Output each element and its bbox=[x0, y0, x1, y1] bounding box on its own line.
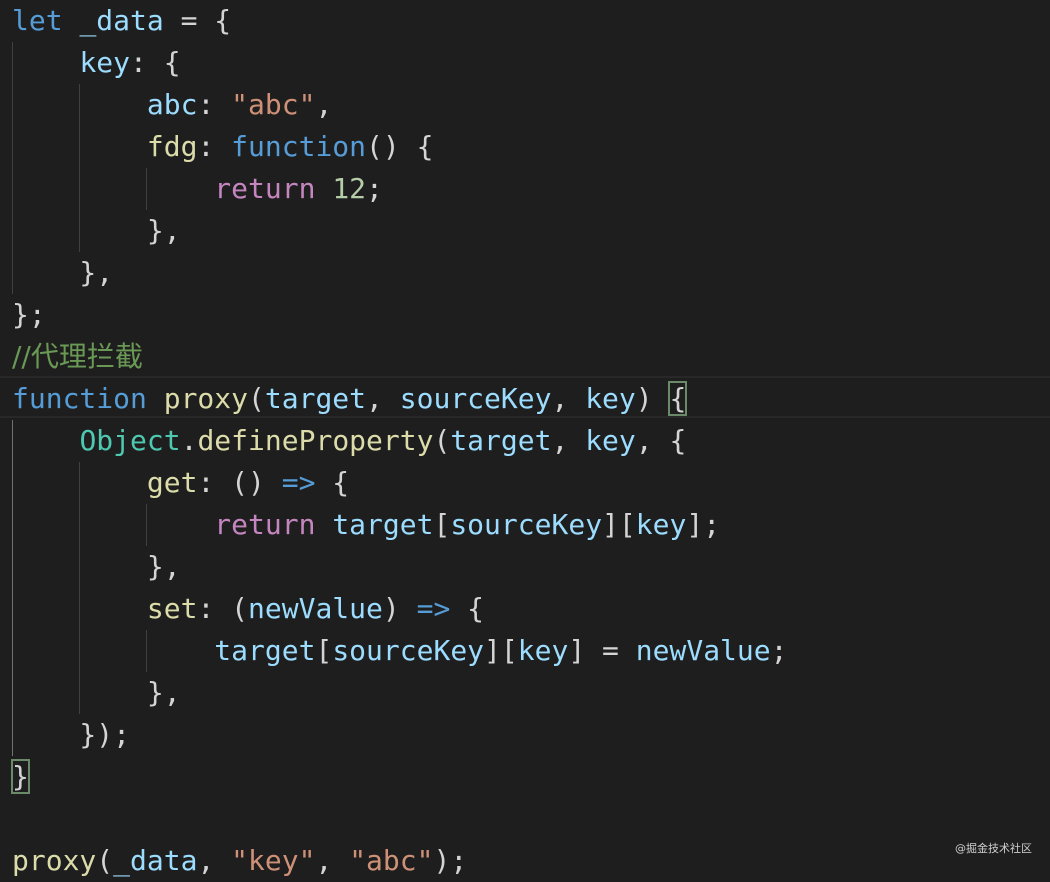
code-line-6: }, bbox=[12, 214, 181, 247]
keyword-function: function bbox=[231, 130, 367, 163]
code-editor[interactable]: let _data = { key: { abc: "abc", fdg: fu… bbox=[0, 0, 1050, 877]
code-line-1: let _data = { bbox=[12, 4, 232, 37]
watermark: @掘金技术社区 bbox=[955, 842, 1032, 855]
code-line-11: Object.defineProperty(target, key, { bbox=[79, 424, 687, 457]
keyword-let: let bbox=[12, 4, 63, 37]
param-target: target bbox=[264, 382, 367, 415]
string-key: "key" bbox=[231, 844, 316, 877]
string-abc: "abc" bbox=[349, 844, 434, 877]
code-line-8: }; bbox=[12, 298, 46, 331]
identifier-data: _data bbox=[79, 4, 164, 37]
property-key: key bbox=[79, 46, 131, 79]
code-line-12: get: () => { bbox=[146, 466, 350, 499]
property-set: set bbox=[146, 592, 198, 625]
string-abc: "abc" bbox=[231, 88, 316, 121]
property-fdg: fdg bbox=[146, 130, 198, 163]
code-line-13: return target[sourceKey][key]; bbox=[214, 508, 721, 541]
keyword-return: return bbox=[214, 508, 316, 541]
keyword-return: return bbox=[214, 172, 316, 205]
identifier-target: target bbox=[332, 508, 434, 541]
code-line-16: target[sourceKey][key] = newValue; bbox=[214, 634, 788, 667]
matched-bracket-open: { bbox=[668, 381, 688, 416]
code-line-2: key: { bbox=[79, 46, 181, 79]
keyword-function: function bbox=[12, 382, 147, 415]
identifier-newvalue: newValue bbox=[635, 634, 771, 667]
property-abc: abc bbox=[146, 88, 198, 121]
arg-target: target bbox=[450, 424, 552, 457]
arg-data: _data bbox=[113, 844, 198, 877]
param-newvalue: newValue bbox=[248, 592, 383, 625]
code-line-3: abc: "abc", bbox=[146, 88, 333, 121]
identifier-sourcekey: sourceKey bbox=[332, 634, 485, 667]
identifier-sourcekey: sourceKey bbox=[450, 508, 603, 541]
code-line-4: fdg: function() { bbox=[146, 130, 434, 163]
code-line-17: }, bbox=[12, 676, 181, 709]
identifier-key: key bbox=[517, 634, 569, 667]
code-line-5: return 12; bbox=[214, 172, 383, 205]
code-line-19: } bbox=[11, 756, 30, 798]
number-12: 12 bbox=[332, 172, 367, 205]
code-line-7: }, bbox=[12, 256, 114, 289]
code-line-15: set: (newValue) => { bbox=[146, 592, 485, 625]
matched-bracket-close: } bbox=[11, 759, 30, 794]
param-key: key bbox=[585, 382, 636, 415]
code-line-21: proxy(_data, "key", "abc"); bbox=[12, 844, 468, 877]
param-sourcekey: sourceKey bbox=[399, 382, 552, 415]
identifier-key: key bbox=[635, 508, 687, 541]
identifier-target: target bbox=[214, 634, 316, 667]
code-comment: //代理拦截 bbox=[12, 340, 143, 373]
code-line-10: function proxy(target, sourceKey, key) { bbox=[12, 381, 688, 416]
class-object: Object bbox=[79, 424, 181, 457]
property-get: get bbox=[146, 466, 198, 499]
code-line-18: }); bbox=[12, 718, 131, 751]
call-proxy: proxy bbox=[12, 844, 97, 877]
code-line-14: }, bbox=[12, 550, 181, 583]
function-name-proxy: proxy bbox=[163, 382, 249, 415]
arg-key: key bbox=[585, 424, 636, 457]
method-defineproperty: defineProperty bbox=[197, 424, 434, 457]
